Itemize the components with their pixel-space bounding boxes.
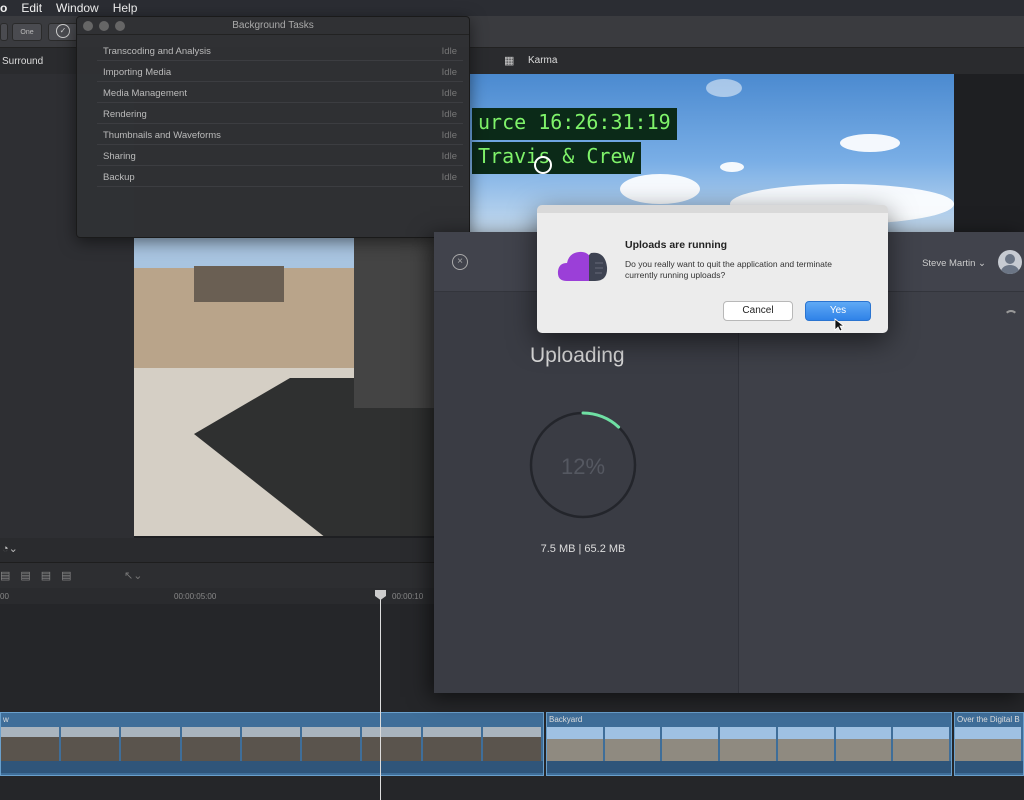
task-name: Backup — [103, 172, 135, 183]
task-status: Idle — [441, 67, 457, 78]
user-name: Steve Martin — [922, 258, 976, 269]
task-status: Idle — [441, 46, 457, 57]
ruler-mark: 00:00:10 — [392, 592, 424, 601]
audio-format-label: Surround — [2, 56, 44, 67]
upload-status-title: Uploading — [530, 344, 625, 367]
toolbar-one-button[interactable]: One — [12, 23, 42, 41]
upload-size: 7.5 MB | 65.2 MB — [540, 543, 626, 555]
window-title: Background Tasks — [232, 20, 314, 31]
task-row: Media Management Idle — [97, 83, 463, 103]
cloud-upload-app-icon — [557, 251, 608, 281]
avatar[interactable] — [998, 250, 1022, 274]
task-name: Rendering — [103, 109, 147, 120]
toolbar-edge-button[interactable] — [0, 23, 8, 41]
select-tool-icon[interactable]: ↖⌄ — [124, 569, 142, 582]
task-row: Backup Idle — [97, 167, 463, 187]
task-status: Idle — [441, 88, 457, 99]
cancel-button[interactable]: Cancel — [723, 301, 793, 321]
loading-spinner-icon — [1004, 310, 1018, 324]
task-name: Thumbnails and Waveforms — [103, 130, 221, 141]
timeline-clip[interactable]: w — [0, 712, 544, 776]
upload-percent: 12% — [560, 454, 606, 479]
clip-label: Over the Digital B — [957, 715, 1020, 724]
busy-cursor-icon — [534, 156, 552, 174]
clip-label: w — [3, 715, 9, 724]
task-status: Idle — [441, 151, 457, 162]
task-row: Rendering Idle — [97, 104, 463, 124]
menu-window[interactable]: Window — [56, 1, 99, 15]
timeline-edit-tools: ▤▤▤▤ ↖⌄ — [0, 562, 436, 588]
task-status: Idle — [441, 130, 457, 141]
user-menu[interactable]: Steve Martin ⌄ — [922, 258, 986, 269]
clip-label: Backyard — [549, 715, 583, 724]
ruler-mark: 00 — [0, 592, 9, 601]
timeline-clip[interactable]: Over the Digital B — [954, 712, 1024, 776]
timeline-clip[interactable]: Backyard — [546, 712, 952, 776]
chevron-down-icon: ⌄ — [978, 258, 986, 269]
task-name: Media Management — [103, 88, 187, 99]
menu-edit[interactable]: Edit — [21, 1, 42, 15]
task-row: Importing Media Idle — [97, 62, 463, 82]
task-status: Idle — [441, 109, 457, 120]
task-name: Importing Media — [103, 67, 172, 78]
task-row: Thumbnails and Waveforms Idle — [97, 125, 463, 145]
timeline-toolbar: ◔⌄ — [0, 538, 436, 562]
timeline-ruler[interactable]: 00 00:00:05:00 00:00:10 — [0, 588, 436, 604]
title-overlay: Travis & Crew — [472, 142, 641, 174]
menu-help[interactable]: Help — [113, 1, 138, 15]
ruler-mark: 00:00:05:00 — [174, 592, 217, 601]
window-titlebar[interactable]: Background Tasks — [77, 17, 469, 35]
dialog-title: Uploads are running — [625, 239, 728, 251]
mouse-pointer-icon — [834, 318, 844, 332]
project-name: Karma — [528, 55, 558, 66]
menu-bar: o Edit Window Help — [0, 0, 1024, 16]
speed-gauge-icon[interactable]: ◔⌄ — [2, 542, 18, 555]
background-tasks-window: Background Tasks Transcoding and Analysi… — [76, 16, 470, 238]
task-name: Sharing — [103, 151, 136, 162]
checkmark-icon[interactable]: ✓ — [56, 24, 70, 38]
playhead[interactable] — [380, 592, 381, 800]
task-row: Sharing Idle — [97, 146, 463, 166]
viewer-frame-yard — [134, 238, 434, 536]
task-name: Transcoding and Analysis — [103, 46, 211, 57]
task-status: Idle — [441, 172, 457, 183]
uploader-detail-pane — [739, 292, 1024, 693]
dialog-message: Do you really want to quit the applicati… — [625, 259, 832, 280]
clapper-icon: ▦ — [504, 55, 515, 67]
timecode-overlay: urce 16:26:31:19 — [472, 108, 677, 140]
task-row: Transcoding and Analysis Idle — [97, 41, 463, 61]
menu-app[interactable]: o — [0, 1, 7, 15]
close-icon[interactable]: × — [452, 254, 468, 270]
quit-confirmation-dialog: Uploads are running Do you really want t… — [537, 205, 888, 333]
edit-mode-icons[interactable]: ▤▤▤▤ — [0, 569, 82, 582]
